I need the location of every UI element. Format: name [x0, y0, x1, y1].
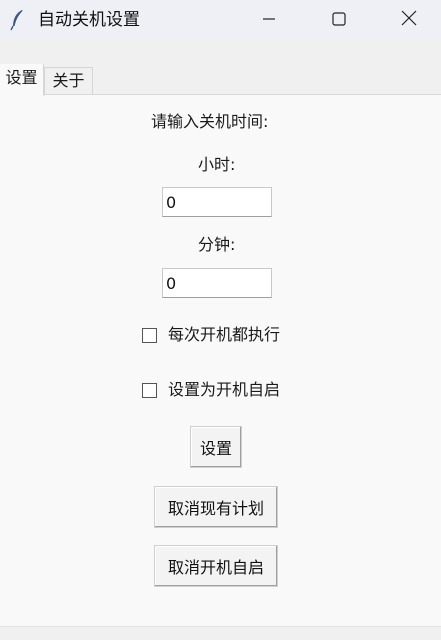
minimize-icon	[262, 11, 276, 30]
maximize-icon	[332, 11, 346, 30]
autostart-checkbox[interactable]	[142, 382, 157, 398]
app-window: 自动关机设置 关于 设置 请输入关机时间: 小时: 分钟: 每次	[0, 0, 441, 640]
hours-input[interactable]	[162, 187, 272, 217]
run-every-boot-checkbox[interactable]	[142, 327, 157, 343]
autostart-option[interactable]: 设置为开机自启	[142, 380, 280, 400]
minimize-button[interactable]	[240, 0, 298, 40]
tab-strip: 关于 设置	[0, 40, 441, 96]
autostart-label: 设置为开机自启	[168, 380, 281, 399]
minutes-input[interactable]	[162, 268, 272, 298]
feather-icon	[9, 9, 27, 31]
cancel-plan-button[interactable]: 取消现有计划	[154, 486, 278, 528]
maximize-button[interactable]	[310, 0, 368, 40]
close-button[interactable]	[380, 0, 438, 40]
bottom-edge	[0, 626, 441, 640]
shutdown-time-prompt: 请输入关机时间:	[151, 112, 269, 131]
set-button[interactable]: 设置	[190, 426, 242, 468]
window-title: 自动关机设置	[38, 10, 140, 30]
hours-label: 小时:	[198, 155, 236, 174]
close-icon	[401, 10, 417, 30]
minutes-label: 分钟:	[198, 235, 236, 254]
title-bar: 自动关机设置	[0, 0, 441, 40]
run-every-boot-option[interactable]: 每次开机都执行	[142, 325, 280, 345]
tab-settings[interactable]: 设置	[0, 64, 44, 96]
cancel-autostart-button[interactable]: 取消开机自启	[154, 545, 278, 587]
run-every-boot-label: 每次开机都执行	[168, 325, 281, 344]
tab-about[interactable]: 关于	[44, 67, 93, 94]
